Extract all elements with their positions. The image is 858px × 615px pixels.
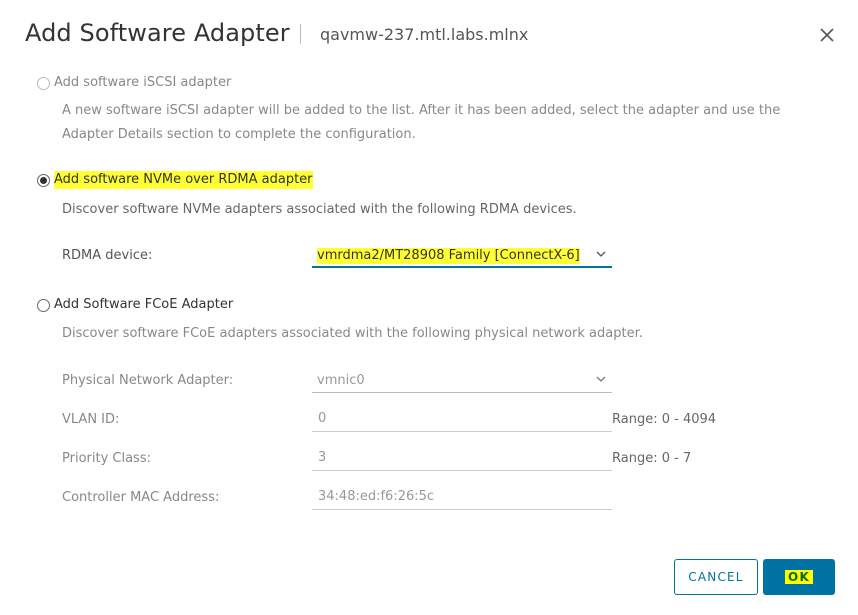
rdma-device-value: vmrdma2/MT28908 Family [ConnectX-6] [317,248,580,264]
iscsi-description: A new software iSCSI adapter will be add… [62,103,781,142]
priority-range: Range: 0 - 7 [612,451,692,466]
radio-iscsi-label: Add software iSCSI adapter [54,75,232,90]
chevron-down-icon [596,376,606,382]
add-software-adapter-dialog: Add Software Adapter qavmw-237.mtl.labs.… [0,0,858,615]
physical-network-adapter-label: Physical Network Adapter: [62,373,234,388]
vlan-range: Range: 0 - 4094 [612,412,717,427]
radio-iscsi-option[interactable]: Add software iSCSI adapter [37,74,231,92]
physical-network-adapter-select[interactable]: vmnic0 [312,371,612,393]
radio-nvme[interactable] [37,173,50,187]
vlan-id-input[interactable]: 0 [312,410,612,432]
host-name: qavmw-237.mtl.labs.mlnx [320,25,529,44]
priority-class-input[interactable]: 3 [312,449,612,471]
dialog-title: Add Software Adapter [25,19,290,47]
priority-class-value: 3 [318,450,327,465]
title-separator [300,24,301,44]
rdma-device-select[interactable]: vmrdma2/MT28908 Family [ConnectX-6] [312,246,612,268]
radio-iscsi[interactable] [37,76,50,90]
cancel-button[interactable]: CANCEL [674,559,758,595]
chevron-down-icon [596,251,606,257]
radio-nvme-label: Add software NVMe over RDMA adapter [54,171,313,189]
radio-fcoe-option[interactable]: Add Software FCoE Adapter [37,296,233,314]
ok-button[interactable]: OK [763,559,835,595]
close-icon [820,28,834,42]
fcoe-description: Discover software FCoE adapters associat… [62,326,643,341]
controller-mac-label: Controller MAC Address: [62,490,220,505]
controller-mac-input[interactable]: 34:48:ed:f6:26:5c [312,488,612,510]
radio-nvme-option[interactable]: Add software NVMe over RDMA adapter [37,171,313,189]
radio-fcoe[interactable] [37,298,50,312]
nvme-description: Discover software NVMe adapters associat… [62,202,577,217]
radio-fcoe-label: Add Software FCoE Adapter [54,297,234,312]
rdma-device-label: RDMA device: [62,248,153,263]
controller-mac-value: 34:48:ed:f6:26:5c [318,489,435,504]
priority-class-label: Priority Class: [62,451,151,466]
vlan-id-label: VLAN ID: [62,412,120,427]
vlan-id-value: 0 [318,411,327,426]
close-button[interactable] [816,24,838,46]
physical-network-adapter-value: vmnic0 [317,373,365,388]
ok-button-label: OK [785,570,813,584]
